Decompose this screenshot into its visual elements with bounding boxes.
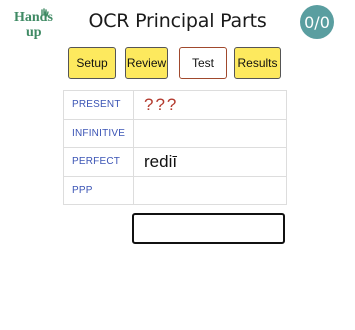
setup-button[interactable]: Setup bbox=[68, 47, 116, 79]
test-button[interactable]: Test bbox=[179, 47, 227, 79]
ppp-value bbox=[133, 175, 287, 205]
principal-parts-table: PRESENT ??? INFINITIVE PERFECT rediī PPP bbox=[63, 90, 287, 205]
present-label: PRESENT bbox=[63, 90, 134, 120]
present-value: ??? bbox=[133, 90, 287, 120]
app-root: Hands up OCR Principal Parts 0/0 Setup R… bbox=[0, 0, 355, 330]
ppp-label: PPP bbox=[63, 175, 134, 205]
score-badge: 0/0 bbox=[300, 5, 334, 39]
review-button[interactable]: Review bbox=[125, 47, 168, 79]
infinitive-label: INFINITIVE bbox=[63, 118, 134, 148]
table-row: INFINITIVE bbox=[63, 118, 287, 148]
table-row: PPP bbox=[63, 175, 287, 205]
table-row: PERFECT rediī bbox=[63, 147, 287, 177]
table-row: PRESENT ??? bbox=[63, 90, 287, 120]
infinitive-value bbox=[133, 118, 287, 148]
perfect-value: rediī bbox=[133, 147, 287, 177]
answer-input[interactable] bbox=[132, 213, 285, 244]
perfect-label: PERFECT bbox=[63, 147, 134, 177]
results-button[interactable]: Results bbox=[234, 47, 281, 79]
